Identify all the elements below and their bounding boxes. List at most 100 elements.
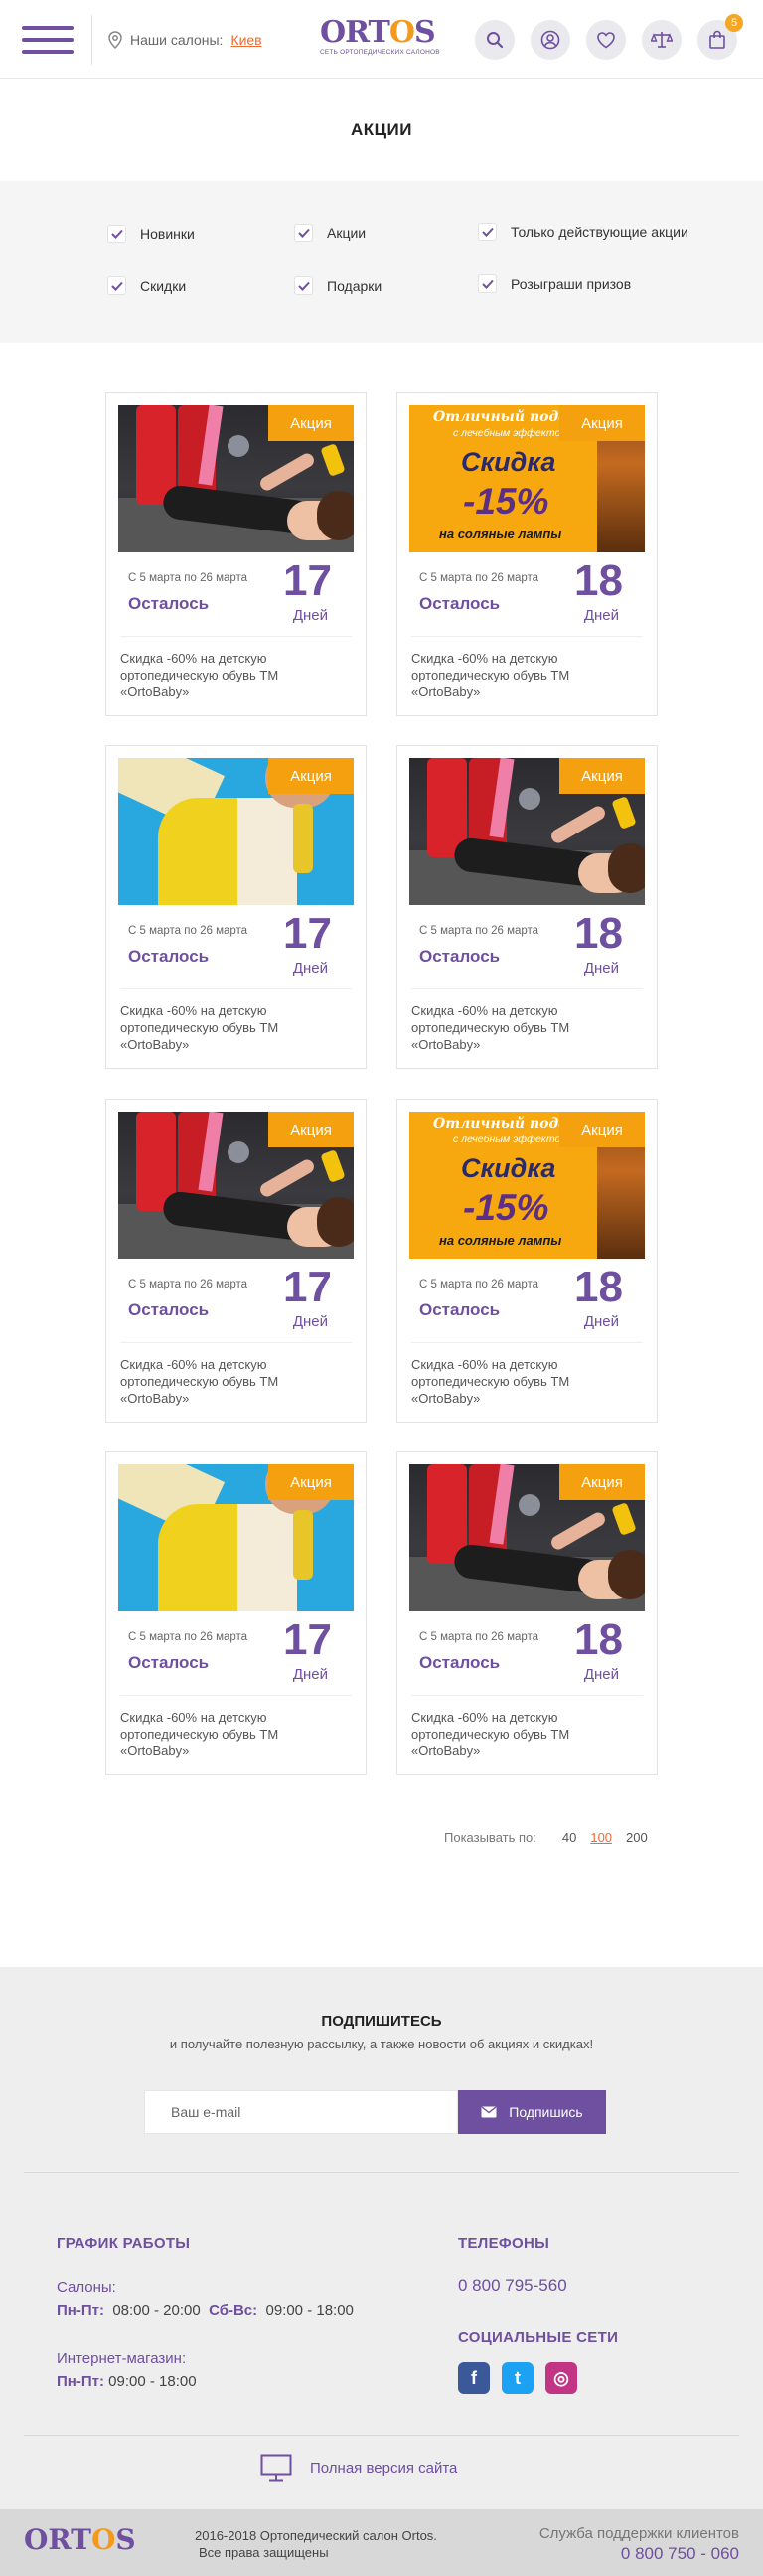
twitter-icon[interactable]: t — [502, 2362, 534, 2394]
footer-divider — [24, 2172, 739, 2173]
per-page-option-200[interactable]: 200 — [626, 1830, 648, 1845]
promo-description[interactable]: Скидка -60% на детскую ортопедическую об… — [411, 1002, 640, 1053]
facebook-icon[interactable]: f — [458, 2362, 490, 2394]
checkbox-checked-icon[interactable] — [107, 225, 126, 243]
promo-card[interactable]: Отличный подарок с лечебным эффектом Скидк… — [396, 392, 658, 716]
filter-promo[interactable]: Акции — [294, 224, 366, 242]
filter-label: Подарки — [327, 277, 382, 294]
days-label: Дней — [583, 607, 619, 624]
phone-number-link[interactable]: 0 800 795-560 — [458, 2276, 567, 2296]
checkbox-checked-icon[interactable] — [294, 276, 313, 295]
banner-line-3: Скидка — [461, 447, 556, 477]
promo-tag: Акция — [268, 758, 354, 794]
promo-description[interactable]: Скидка -60% на детскую ортопедическую об… — [411, 1356, 640, 1407]
promo-tag: Акция — [268, 1112, 354, 1147]
account-button[interactable] — [531, 20, 570, 60]
promo-description[interactable]: Скидка -60% на детскую ортопедическую об… — [120, 1002, 349, 1053]
promo-card[interactable]: Акция С 5 марта по 26 марта Осталось 17 Дней… — [105, 392, 367, 716]
site-footer: ПОДПИШИТЕСЬ и получайте полезную рассылк… — [0, 1967, 763, 2509]
promo-image[interactable]: Акция — [118, 1464, 354, 1611]
promo-card[interactable]: Отличный подарок с лечебным эффектом Скидк… — [396, 1099, 658, 1423]
promo-card[interactable]: Акция С 5 марта по 26 марта Осталось 18 Дней… — [396, 1451, 658, 1775]
footer-logo-mark: O — [91, 2523, 116, 2556]
checkbox-checked-icon[interactable] — [107, 276, 126, 295]
promo-image[interactable]: Отличный подарок с лечебным эффектом Скидк… — [409, 405, 645, 552]
filter-label: Акции — [327, 225, 367, 241]
promo-dates: С 5 марта по 26 марта — [419, 1631, 539, 1643]
per-page-option-100[interactable]: 100 — [590, 1830, 612, 1845]
site-header: Наши салоны: Киев ORTOS СЕТЬ ОРТОПЕДИЧЕС… — [0, 0, 763, 79]
per-page-option-40[interactable]: 40 — [562, 1830, 576, 1845]
days-remaining: 17 — [283, 909, 332, 958]
days-remaining: 18 — [574, 1615, 623, 1664]
checkbox-checked-icon[interactable] — [478, 223, 497, 241]
checkbox-checked-icon[interactable] — [294, 224, 313, 242]
socials-title: СОЦИАЛЬНЫЕ СЕТИ — [458, 2329, 619, 2346]
promo-card[interactable]: Акция С 5 марта по 26 марта Осталось 17 Дней… — [105, 1099, 367, 1423]
weekdays-hours: 08:00 - 20:00 — [112, 2302, 201, 2319]
promo-description[interactable]: Скидка -60% на детскую ортопедическую об… — [120, 650, 349, 700]
promo-tag: Акция — [559, 1464, 645, 1500]
days-label: Дней — [583, 1313, 619, 1330]
menu-burger-button[interactable] — [22, 20, 74, 60]
filter-label: Розыграши призов — [511, 275, 632, 292]
promo-image[interactable]: Отличный подарок с лечебным эффектом Скидк… — [409, 1112, 645, 1259]
promo-card[interactable]: Акция С 5 марта по 26 марта Осталось 17 Дней… — [105, 1451, 367, 1775]
footer-logo[interactable]: ORTOS — [24, 2523, 136, 2556]
days-label: Дней — [583, 1666, 619, 1683]
days-remaining: 17 — [283, 556, 332, 605]
promo-image[interactable]: Акция — [409, 758, 645, 905]
schedule-salons-label: Салоны: — [57, 2279, 116, 2296]
phones-title: ТЕЛЕФОНЫ — [458, 2235, 550, 2252]
city-link[interactable]: Киев — [230, 32, 261, 48]
scales-icon — [651, 32, 673, 48]
promo-description[interactable]: Скидка -60% на детскую ортопедическую об… — [411, 1709, 640, 1759]
filter-discounts[interactable]: Скидки — [107, 276, 186, 295]
filter-panel: Новинки Акции Только действующие акции С… — [0, 181, 763, 343]
promo-description[interactable]: Скидка -60% на детскую ортопедическую об… — [411, 650, 640, 700]
search-button[interactable] — [475, 20, 515, 60]
cart-button[interactable]: 5 — [697, 14, 743, 60]
promo-card[interactable]: Акция С 5 марта по 26 марта Осталось 17 Дней… — [105, 745, 367, 1069]
cart-count-badge: 5 — [725, 14, 743, 32]
days-remaining: 17 — [283, 1263, 332, 1311]
promo-image[interactable]: Акция — [409, 1464, 645, 1611]
header-divider — [91, 14, 92, 65]
promo-dates: С 5 марта по 26 марта — [419, 1279, 539, 1290]
envelope-icon — [481, 2106, 497, 2118]
wishlist-button[interactable] — [586, 20, 626, 60]
promo-description[interactable]: Скидка -60% на детскую ортопедическую об… — [120, 1709, 349, 1759]
remaining-label: Осталось — [128, 947, 210, 966]
salons-label: Наши салоны: — [130, 31, 224, 48]
promo-description[interactable]: Скидка -60% на детскую ортопедическую об… — [120, 1356, 349, 1407]
logo-mark: O — [388, 15, 415, 50]
banner-line-4: -15% — [463, 1187, 549, 1228]
logo-text: ORT — [320, 15, 390, 50]
days-remaining: 18 — [574, 1263, 623, 1311]
copyright-line-1: 2016-2018 Ортопедический салон Ortos. — [195, 2528, 437, 2543]
subscribe-button[interactable]: Подпишись — [458, 2090, 606, 2134]
promo-card[interactable]: Акция С 5 марта по 26 марта Осталось 18 Дней… — [396, 745, 658, 1069]
shop-days-label: Пн-Пт: — [57, 2373, 104, 2390]
email-field[interactable] — [144, 2090, 458, 2134]
support-phone-link[interactable]: 0 800 750 - 060 — [539, 2544, 739, 2564]
promo-image[interactable]: Акция — [118, 405, 354, 552]
logo-text-end: S — [414, 15, 436, 50]
promo-tag: Акция — [559, 758, 645, 794]
promo-image[interactable]: Акция — [118, 1112, 354, 1259]
filter-new[interactable]: Новинки — [107, 225, 195, 243]
promo-tag: Акция — [559, 1112, 645, 1147]
schedule-salons-hours: Пн-Пт: 08:00 - 20:00 Сб-Вс: 09:00 - 18:0… — [57, 2302, 354, 2319]
full-version-link[interactable]: Полная версия сайта — [260, 2454, 457, 2482]
promo-image[interactable]: Акция — [118, 758, 354, 905]
site-logo[interactable]: ORTOS СЕТЬ ОРТОПЕДИЧЕСКИХ САЛОНОВ — [320, 15, 440, 64]
filter-gifts[interactable]: Подарки — [294, 276, 382, 295]
instagram-icon[interactable]: ◎ — [545, 2362, 577, 2394]
full-version-label: Полная версия сайта — [310, 2459, 458, 2477]
compare-button[interactable] — [642, 20, 682, 60]
filter-giveaways[interactable]: Розыграши призов — [478, 274, 631, 293]
promo-dates: С 5 марта по 26 марта — [419, 572, 539, 584]
checkbox-checked-icon[interactable] — [478, 274, 497, 293]
card-divider — [411, 636, 643, 637]
filter-active-only[interactable]: Только действующие акции — [478, 223, 688, 241]
